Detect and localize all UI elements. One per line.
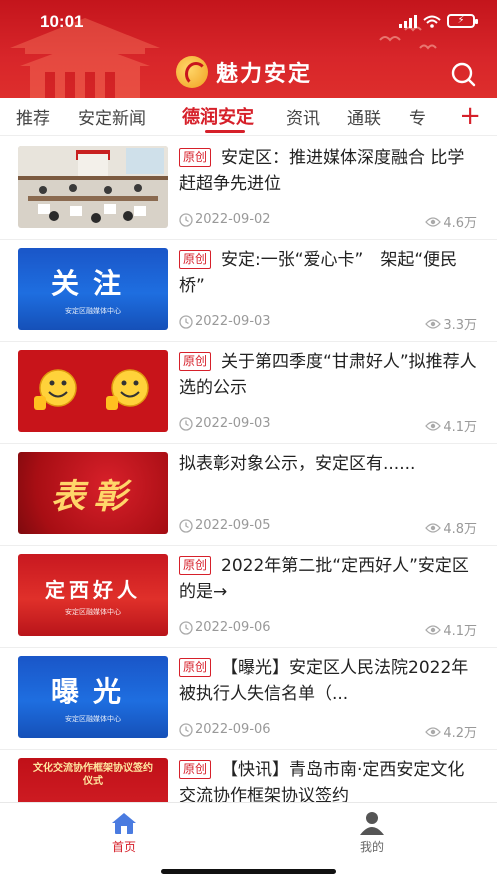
article-title[interactable]: 原创 安定:一张“爱心卡” 架起“便民桥” bbox=[179, 247, 479, 299]
channel-tabs: 推荐 安定新闻 德润安定 资讯 通联 专 + bbox=[0, 98, 497, 136]
status-icons: ⚡ bbox=[399, 14, 478, 28]
nav-mine[interactable]: 我的 bbox=[332, 811, 412, 855]
article-views: 3.3万 bbox=[425, 314, 477, 333]
tab-info[interactable]: 资讯 bbox=[286, 104, 320, 129]
logo-icon bbox=[176, 56, 208, 88]
tiananmen-decoration bbox=[10, 18, 160, 98]
article-date: 2022-09-03 bbox=[179, 314, 271, 329]
list-item[interactable]: 原创 安定区：推进媒体深度融合 比学赶超争先进位 2022-09-02 4.6万 bbox=[0, 137, 497, 240]
article-title[interactable]: 拟表彰对象公示，安定区有...... bbox=[179, 451, 479, 477]
article-thumbnail: 表彰 bbox=[18, 452, 168, 534]
original-badge: 原创 bbox=[179, 352, 212, 371]
thumbnail-caption: 安定区融媒体中心 bbox=[65, 307, 121, 315]
thumbnail-headline: 关注 bbox=[50, 267, 135, 300]
article-thumbnail bbox=[18, 146, 168, 228]
list-item[interactable]: 曝光 安定区融媒体中心 原创 【曝光】安定区人民法院2022年被执行人失信名单（.… bbox=[0, 647, 497, 750]
user-icon bbox=[360, 812, 384, 835]
original-badge: 原创 bbox=[179, 148, 212, 167]
thumbnail-headline: 曝光 bbox=[50, 675, 135, 708]
article-views: 4.2万 bbox=[425, 722, 477, 741]
article-thumbnail: 文化交流协作框架协议签约仪式 bbox=[18, 758, 168, 802]
signal-icon bbox=[399, 14, 417, 28]
search-icon[interactable] bbox=[449, 60, 477, 88]
article-title[interactable]: 原创 【曝光】安定区人民法院2022年被执行人失信名单（... bbox=[179, 655, 479, 707]
article-date: 2022-09-03 bbox=[179, 416, 271, 431]
list-item[interactable]: 关注 安定区融媒体中心 原创 安定:一张“爱心卡” 架起“便民桥” 2022-09… bbox=[0, 239, 497, 342]
home-icon bbox=[112, 813, 136, 834]
eye-icon bbox=[425, 522, 442, 533]
thumbnail-headline: 表彰 bbox=[51, 476, 135, 517]
article-title[interactable]: 原创 关于第四季度“甘肃好人”拟推荐人选的公示 bbox=[179, 349, 479, 401]
list-item[interactable]: 表彰 拟表彰对象公示，安定区有...... 2022-09-05 4.8万 bbox=[0, 443, 497, 546]
article-title[interactable]: 原创 安定区：推进媒体深度融合 比学赶超争先进位 bbox=[179, 145, 479, 197]
clock-icon bbox=[179, 314, 193, 329]
article-title[interactable]: 原创 【快讯】青岛市南·定西安定文化交流协作框架协议签约 bbox=[179, 757, 479, 802]
active-tab-indicator bbox=[205, 130, 245, 133]
wifi-icon bbox=[423, 15, 441, 28]
list-item[interactable]: 原创 关于第四季度“甘肃好人”拟推荐人选的公示 2022-09-03 4.1万 bbox=[0, 341, 497, 444]
meeting-photo-image bbox=[18, 146, 168, 228]
battery-icon: ⚡ bbox=[447, 14, 478, 28]
clock-icon bbox=[179, 620, 193, 635]
tab-recommend[interactable]: 推荐 bbox=[16, 104, 50, 129]
article-date: 2022-09-06 bbox=[179, 722, 271, 737]
clock-icon bbox=[179, 212, 193, 227]
eye-icon bbox=[425, 420, 442, 431]
original-badge: 原创 bbox=[179, 658, 212, 677]
original-badge: 原创 bbox=[179, 760, 212, 779]
list-item[interactable]: 文化交流协作框架协议签约仪式 原创 【快讯】青岛市南·定西安定文化交流协作框架协议… bbox=[0, 749, 497, 802]
add-channel-button[interactable]: + bbox=[459, 100, 481, 132]
tab-anding-news[interactable]: 安定新闻 bbox=[78, 104, 146, 129]
clock-icon bbox=[179, 416, 193, 431]
article-title[interactable]: 原创 2022年第二批“定西好人”安定区的是→ bbox=[179, 553, 479, 605]
clock-icon bbox=[179, 722, 193, 737]
tab-tonglian[interactable]: 通联 bbox=[347, 104, 381, 129]
nav-mine-label: 我的 bbox=[359, 840, 384, 854]
thumbnail-headline: 文化交流协作框架协议签约仪式 bbox=[33, 763, 153, 787]
eye-icon bbox=[425, 216, 442, 227]
article-date: 2022-09-02 bbox=[179, 212, 271, 227]
nav-home[interactable]: 首页 bbox=[84, 811, 164, 855]
nav-home-label: 首页 bbox=[111, 840, 136, 854]
article-list: 原创 安定区：推进媒体深度融合 比学赶超争先进位 2022-09-02 4.6万 … bbox=[0, 137, 497, 802]
article-views: 4.1万 bbox=[425, 620, 477, 639]
clock-icon bbox=[179, 518, 193, 533]
eye-icon bbox=[425, 624, 442, 635]
article-thumbnail: 定西好人 安定区融媒体中心 bbox=[18, 554, 168, 636]
article-thumbnail bbox=[18, 350, 168, 432]
thumbs-up-emoji-image bbox=[18, 350, 168, 432]
home-indicator bbox=[161, 869, 336, 874]
tab-special[interactable]: 专 bbox=[409, 104, 426, 129]
tab-derun-anding[interactable]: 德润安定 bbox=[182, 103, 254, 129]
article-views: 4.8万 bbox=[425, 518, 477, 537]
article-date: 2022-09-05 bbox=[179, 518, 271, 533]
eye-icon bbox=[425, 726, 442, 737]
thumbnail-caption: 安定区融媒体中心 bbox=[65, 715, 121, 723]
thumbnail-caption: 安定区融媒体中心 bbox=[65, 607, 121, 616]
article-date: 2022-09-06 bbox=[179, 620, 271, 635]
thumbnail-headline: 定西好人 bbox=[45, 577, 141, 602]
app-logo: 魅力安定 bbox=[176, 56, 312, 88]
article-views: 4.6万 bbox=[425, 212, 477, 231]
tabs-fade bbox=[427, 98, 457, 135]
list-item[interactable]: 定西好人 安定区融媒体中心 原创 2022年第二批“定西好人”安定区的是→ 202… bbox=[0, 545, 497, 648]
article-thumbnail: 关注 安定区融媒体中心 bbox=[18, 248, 168, 330]
app-header: 10:01 ⚡ 魅力安定 bbox=[0, 0, 497, 98]
eye-icon bbox=[425, 318, 442, 329]
app-title: 魅力安定 bbox=[216, 61, 313, 87]
original-badge: 原创 bbox=[179, 250, 212, 269]
article-views: 4.1万 bbox=[425, 416, 477, 435]
original-badge: 原创 bbox=[179, 556, 212, 575]
article-thumbnail: 曝光 安定区融媒体中心 bbox=[18, 656, 168, 738]
status-time: 10:01 bbox=[40, 12, 84, 31]
